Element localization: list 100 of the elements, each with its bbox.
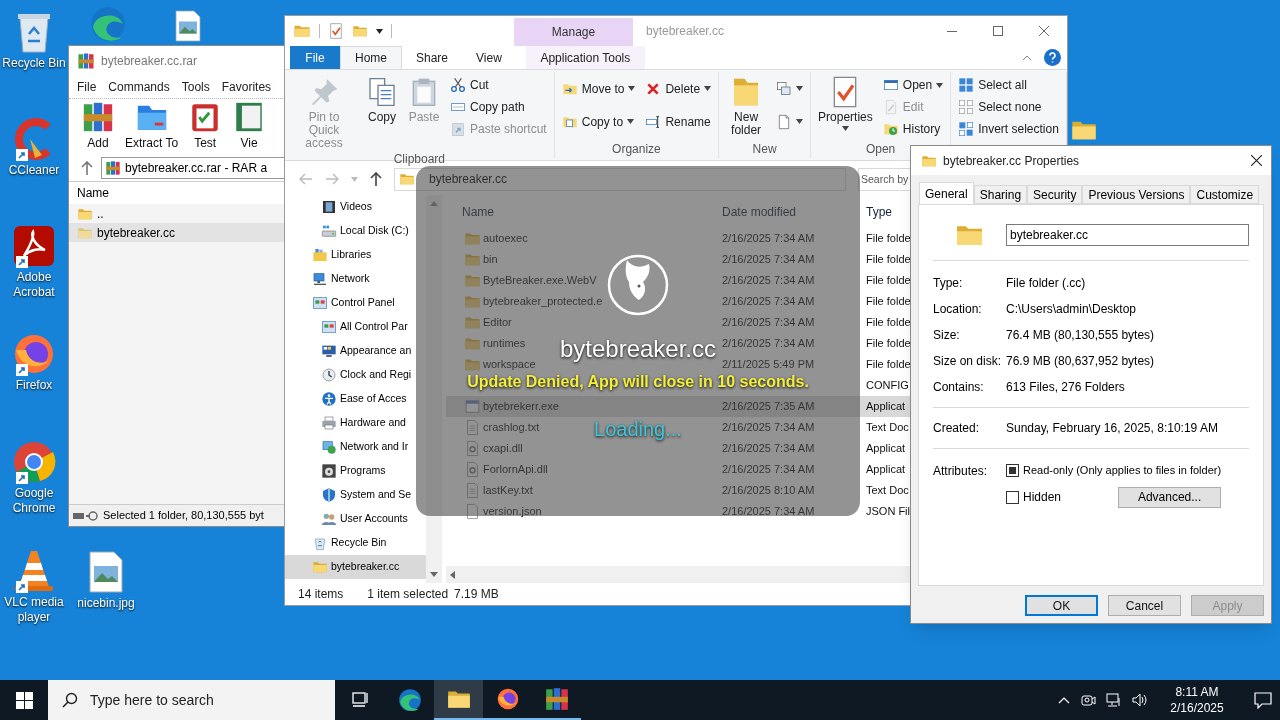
dialog-button[interactable]: OK: [1025, 595, 1098, 616]
speaker-icon[interactable]: [1132, 692, 1148, 708]
up-arrow-icon[interactable]: [370, 172, 382, 186]
nav-item[interactable]: Network and Ir: [285, 435, 426, 459]
checkbox[interactable]: [1006, 490, 1019, 504]
clock[interactable]: 8:11 AM 2/16/2025: [1162, 684, 1232, 716]
ribbon-button[interactable]: Select none: [955, 96, 1062, 118]
taskbar-search-field[interactable]: Type here to search: [48, 680, 335, 720]
ribbon-tab[interactable]: Share: [402, 46, 463, 69]
ribbon-button[interactable]: Open: [879, 74, 947, 96]
scrollbar[interactable]: [426, 195, 442, 583]
ribbon-button[interactable]: Select all: [955, 74, 1062, 96]
ribbon-button[interactable]: Rename: [642, 110, 715, 133]
library-icon: [312, 247, 328, 263]
column-header[interactable]: Date modified: [722, 204, 797, 219]
nav-item[interactable]: Recycle Bin: [285, 531, 426, 555]
ribbon-button[interactable]: Move to: [558, 77, 639, 100]
field-value: 76.4 MB (80,130,555 bytes): [1006, 327, 1155, 344]
file-row[interactable]: bin 2/16/2025 7:34 AM File folde: [446, 249, 1067, 270]
type-cell: Applicat: [866, 463, 906, 476]
column-header[interactable]: Name: [77, 184, 109, 202]
dialog-tab[interactable]: General: [919, 182, 974, 204]
ribbon-button[interactable]: New folder: [723, 72, 770, 140]
checkbox[interactable]: [1006, 463, 1019, 477]
desktop-icon[interactable]: Google Chrome: [0, 438, 68, 516]
type-cell: Text Doc: [866, 484, 909, 497]
ribbon-button[interactable]: Delete: [642, 77, 715, 100]
caret-icon: [796, 86, 804, 91]
dialog-button[interactable]: Cancel: [1108, 595, 1181, 616]
desktop-icon[interactable]: CCleaner: [0, 115, 68, 178]
toolbar-button[interactable]: Test: [188, 100, 223, 152]
desktop-icon[interactable]: VLC media player: [0, 547, 68, 625]
menu-item[interactable]: Favorites: [221, 78, 272, 96]
ribbon-tab[interactable]: Home: [340, 46, 402, 69]
dialog-tab[interactable]: Sharing: [973, 185, 1028, 204]
column-header[interactable]: Type: [866, 204, 892, 219]
nav-item[interactable]: User Accounts: [285, 507, 426, 531]
file-name: bin: [483, 252, 498, 268]
drive-icon: [321, 223, 337, 239]
address-field[interactable]: bytebreaker.cc.rar - RAR a: [101, 156, 285, 179]
ribbon-tab[interactable]: View: [462, 46, 516, 69]
folder-icon: [312, 559, 328, 575]
camera-person-icon[interactable]: [1080, 692, 1096, 708]
monitor-icon: [321, 343, 337, 359]
nav-item[interactable]: System and Se: [285, 483, 426, 507]
toolbar-button[interactable]: Vie: [232, 100, 267, 152]
ribbon-tab[interactable]: File: [290, 46, 340, 69]
nav-item[interactable]: Local Disk (C:): [285, 219, 426, 243]
menu-item[interactable]: Tools: [181, 78, 210, 96]
nav-item[interactable]: All Control Par: [285, 315, 426, 339]
dialog-tab[interactable]: Security: [1027, 185, 1083, 204]
column-header[interactable]: Name: [462, 204, 494, 219]
ribbon-button[interactable]: Copy: [363, 72, 401, 150]
archive-row[interactable]: bytebreaker.cc: [69, 223, 285, 242]
name-field[interactable]: bytebreaker.cc: [1006, 224, 1249, 246]
nav-item[interactable]: Hardware and: [285, 411, 426, 435]
minimize-icon: [947, 30, 957, 32]
desktop-icon[interactable]: Recycle Bin: [0, 8, 68, 71]
nav-item[interactable]: Videos: [285, 195, 426, 219]
users-icon: [321, 511, 337, 527]
help-icon[interactable]: [1044, 49, 1061, 66]
nav-item[interactable]: Clock and Regi: [285, 363, 426, 387]
chevron-up-icon[interactable]: [1058, 696, 1070, 704]
archive-row[interactable]: ..: [69, 204, 285, 223]
dialog-tab[interactable]: Customize: [1190, 185, 1260, 204]
taskbar-app-button[interactable]: [434, 680, 483, 720]
date-cell: 2/16/2025 7:34 AM: [722, 442, 815, 455]
dialog-tab[interactable]: Previous Versions: [1082, 185, 1191, 204]
ribbon-button[interactable]: Properties: [815, 72, 876, 140]
nav-item[interactable]: Libraries: [285, 243, 426, 267]
desktop-icon[interactable]: Firefox: [0, 330, 68, 393]
field-value: Sunday, February 16, 2025, 8:10:19 AM: [1006, 420, 1218, 437]
toolbar-button[interactable]: Extract To: [125, 100, 179, 152]
desktop-icon[interactable]: Adobe Acrobat: [0, 222, 68, 300]
toolbar-button[interactable]: Add: [81, 100, 115, 152]
address-field[interactable]: bytebreaker.cc: [394, 167, 846, 191]
chevron-up-icon: [1022, 54, 1032, 61]
ribbon-button[interactable]: History: [879, 118, 947, 140]
nav-item[interactable]: Control Panel: [285, 291, 426, 315]
ribbon-button[interactable]: Invert selection: [955, 118, 1062, 140]
field-value: File folder (.cc): [1006, 275, 1086, 292]
nav-item[interactable]: Network: [285, 267, 426, 291]
ribbon-tab[interactable]: Application Tools: [525, 46, 645, 69]
menu-item[interactable]: File: [77, 78, 97, 96]
network-icon[interactable]: [1106, 692, 1122, 708]
nav-item[interactable]: bytebreaker.cc: [285, 555, 426, 579]
nav-item[interactable]: Ease of Acces: [285, 387, 426, 411]
advanced-button[interactable]: Advanced...: [1118, 486, 1222, 508]
folder-icon: [399, 171, 415, 187]
notification-icon[interactable]: [1254, 691, 1272, 709]
nav-item[interactable]: Appearance an: [285, 339, 426, 363]
desktop-icon[interactable]: nicebin.jpg: [72, 548, 140, 611]
field-label: Created:: [933, 420, 981, 437]
nav-item[interactable]: Programs: [285, 459, 426, 483]
menu-item[interactable]: Commands: [108, 78, 170, 96]
ribbon-button[interactable]: Cut: [447, 74, 550, 96]
application-icon: [464, 398, 481, 415]
wave-circle-icon: [396, 687, 423, 713]
ribbon-button[interactable]: Copy to: [558, 110, 639, 133]
ribbon-button[interactable]: Copy path: [447, 96, 550, 118]
